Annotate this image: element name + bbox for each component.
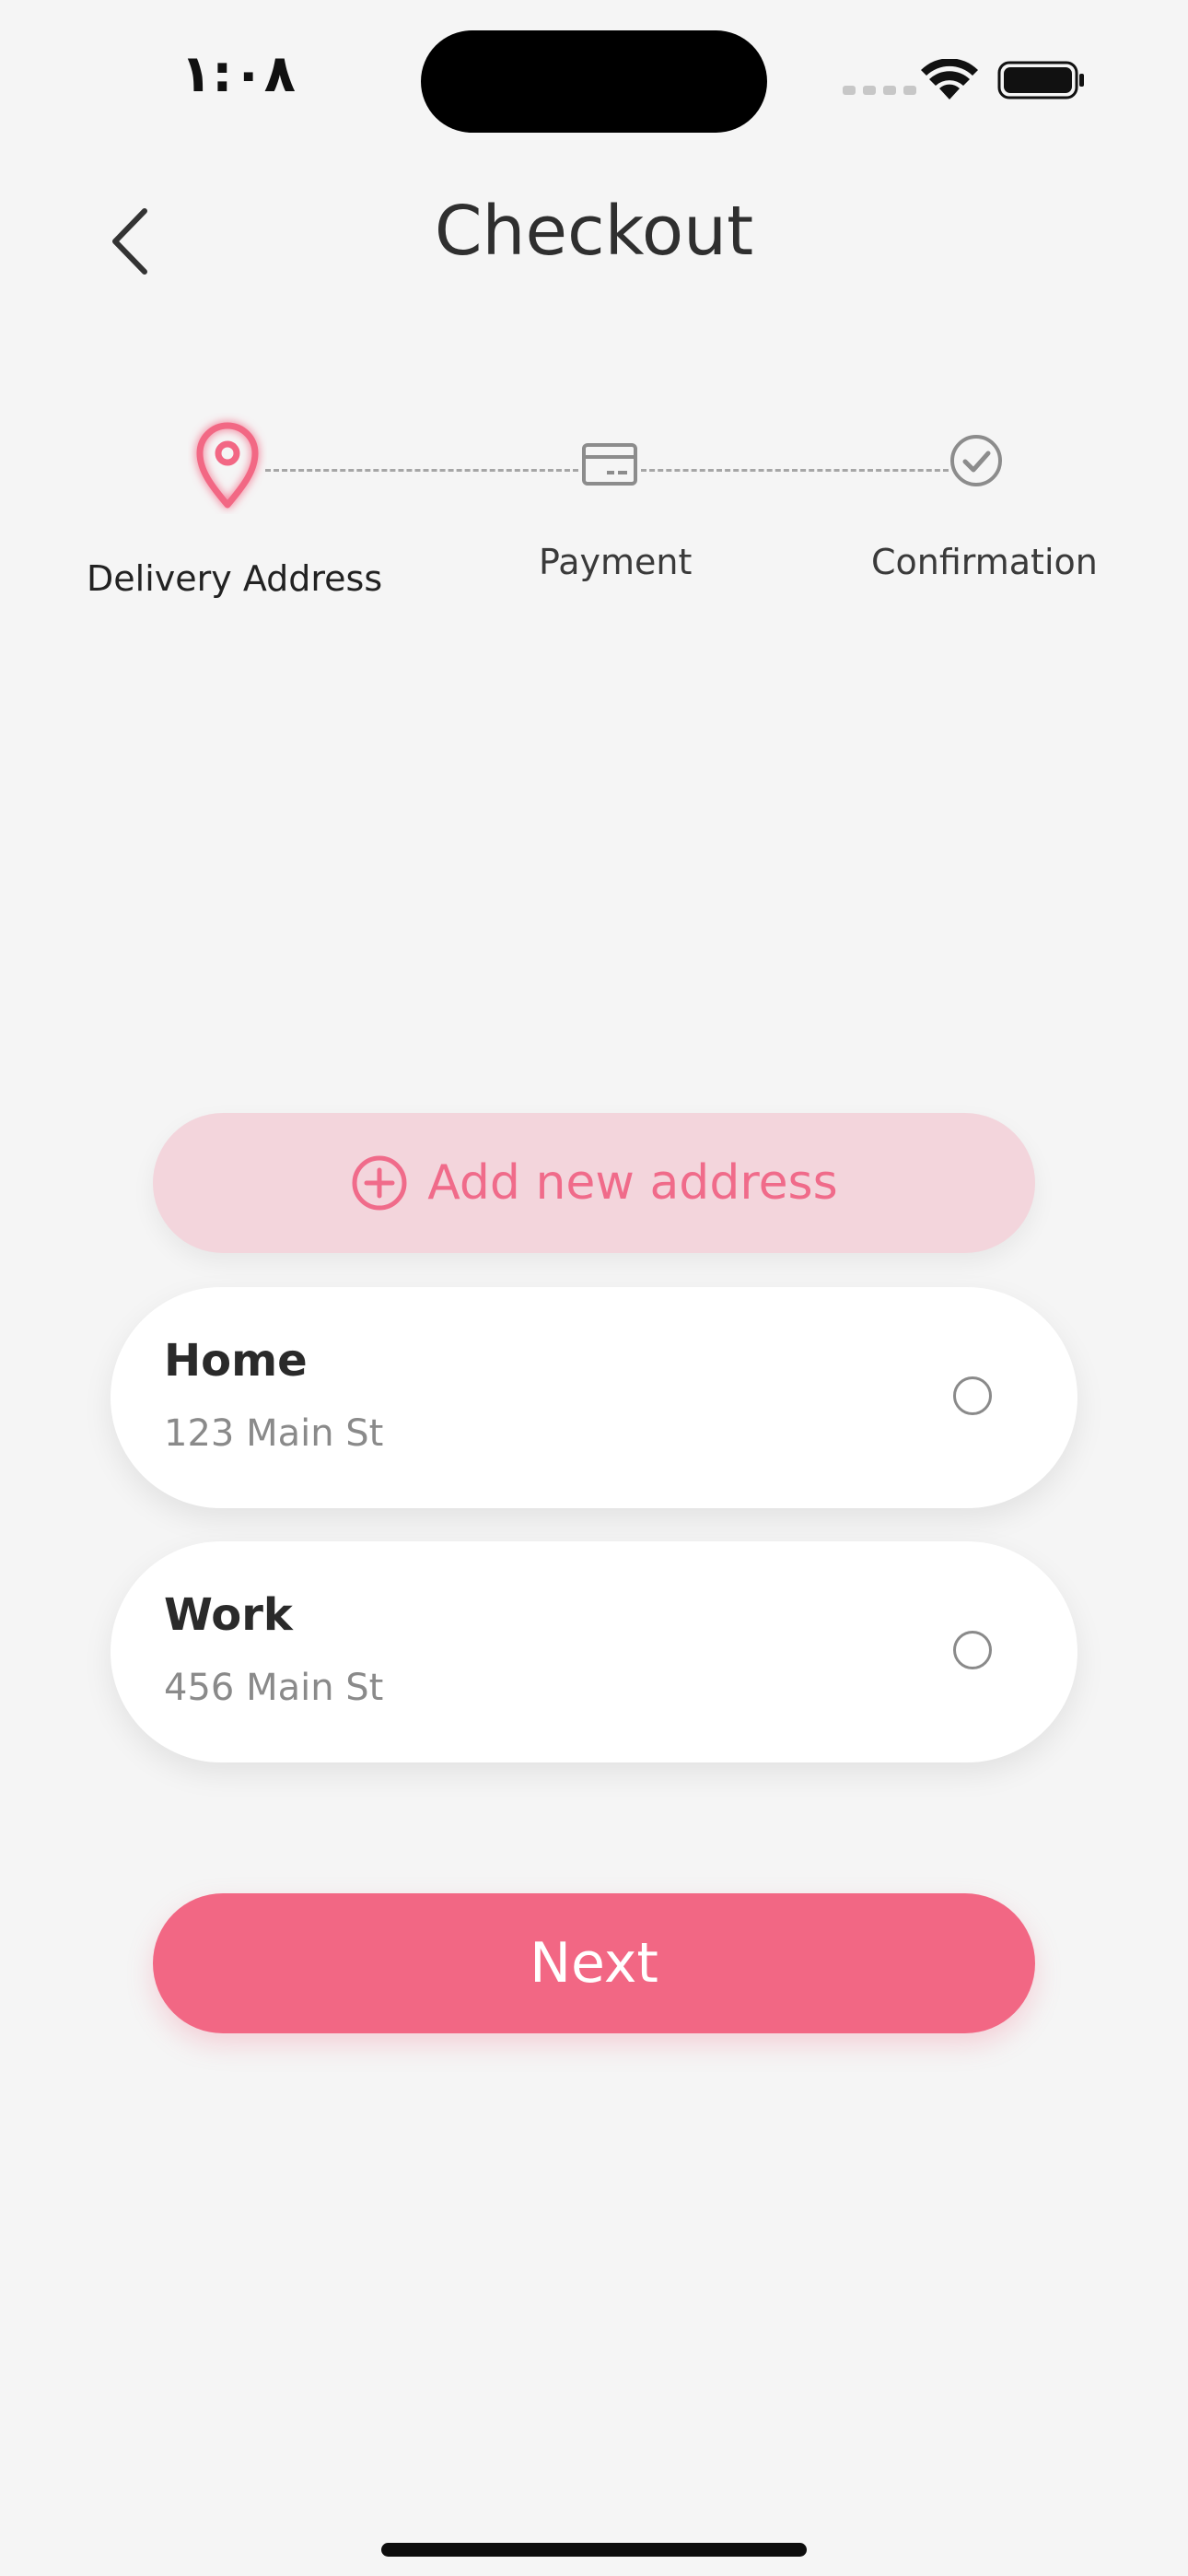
address-radio-home[interactable] (953, 1376, 992, 1415)
cellular-signal-icon (843, 86, 916, 95)
location-pin-icon (196, 422, 259, 509)
address-line: 456 Main St (164, 1667, 384, 1709)
address-line: 123 Main St (164, 1412, 384, 1455)
checkout-stepper: Delivery Address Payment Confirmation (0, 405, 1188, 626)
battery-icon (997, 61, 1084, 100)
address-card-home[interactable]: Home 123 Main St (111, 1287, 1077, 1508)
step-label-confirmation: Confirmation (871, 542, 1098, 582)
address-name: Work (164, 1589, 293, 1641)
step-confirmation[interactable] (949, 433, 1004, 488)
step-label-delivery-address: Delivery Address (87, 558, 383, 599)
add-new-address-button[interactable]: Add new address (153, 1113, 1035, 1253)
next-button[interactable]: Next (153, 1893, 1035, 2033)
step-connector (641, 469, 949, 472)
home-indicator (381, 2543, 807, 2557)
dynamic-island (421, 30, 767, 133)
step-connector (265, 469, 578, 472)
address-name: Home (164, 1335, 308, 1387)
credit-card-icon (582, 443, 637, 486)
plus-circle-icon (352, 1155, 407, 1211)
check-circle-icon (950, 435, 1002, 486)
step-label-payment: Payment (539, 542, 693, 582)
address-card-work[interactable]: Work 456 Main St (111, 1541, 1077, 1762)
step-payment[interactable] (578, 439, 641, 490)
step-delivery-address[interactable] (188, 413, 267, 514)
add-new-address-label: Add new address (427, 1155, 838, 1211)
status-time: ١:٠٨ (181, 44, 296, 104)
address-radio-work[interactable] (953, 1631, 992, 1669)
wifi-icon (921, 59, 978, 100)
next-button-label: Next (530, 1931, 658, 1996)
page-title: Checkout (434, 192, 754, 271)
